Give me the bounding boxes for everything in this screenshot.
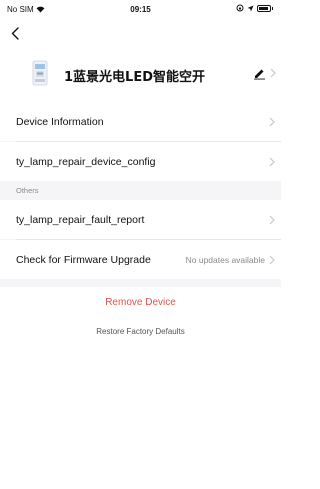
chevron-right-icon <box>269 157 275 166</box>
device-information-row[interactable]: Device Information <box>0 102 281 141</box>
screen: No SIM 09:15 1蓝景光电LED智能空开 Device Informa… <box>0 0 281 489</box>
device-information-label: Device Information <box>16 115 104 128</box>
remove-device-button[interactable]: Remove Device <box>0 287 281 317</box>
chevron-right-icon <box>269 255 275 264</box>
back-button[interactable] <box>6 24 24 42</box>
chevron-right-icon <box>269 117 275 126</box>
device-name: 1蓝景光电LED智能空开 <box>64 70 206 85</box>
fault-report-label: ty_lamp_repair_fault_report <box>16 213 145 226</box>
device-thumbnail <box>32 60 48 86</box>
fault-report-row[interactable]: ty_lamp_repair_fault_report <box>0 200 281 239</box>
nav-bar <box>0 20 281 46</box>
edit-icon[interactable] <box>253 66 267 80</box>
restore-factory-defaults-button[interactable]: Restore Factory Defaults <box>0 318 281 344</box>
firmware-upgrade-label: Check for Firmware Upgrade <box>16 253 151 266</box>
battery-icon <box>257 4 271 12</box>
device-config-row[interactable]: ty_lamp_repair_device_config <box>0 142 281 181</box>
device-config-label: ty_lamp_repair_device_config <box>16 155 156 168</box>
location-icon <box>247 5 254 11</box>
firmware-upgrade-row[interactable]: Check for Firmware Upgrade No updates av… <box>0 240 281 279</box>
chevron-right-icon <box>270 68 276 78</box>
chevron-left-icon <box>11 26 19 40</box>
lock-rotation-icon <box>236 4 244 12</box>
firmware-status: No updates available <box>185 254 265 265</box>
device-header[interactable]: 1蓝景光电LED智能空开 <box>0 46 281 102</box>
status-right <box>236 4 273 12</box>
chevron-right-icon <box>269 215 275 224</box>
battery-tip <box>272 6 273 10</box>
status-bar: No SIM 09:15 <box>0 0 281 20</box>
others-section-title: Others <box>16 186 39 195</box>
